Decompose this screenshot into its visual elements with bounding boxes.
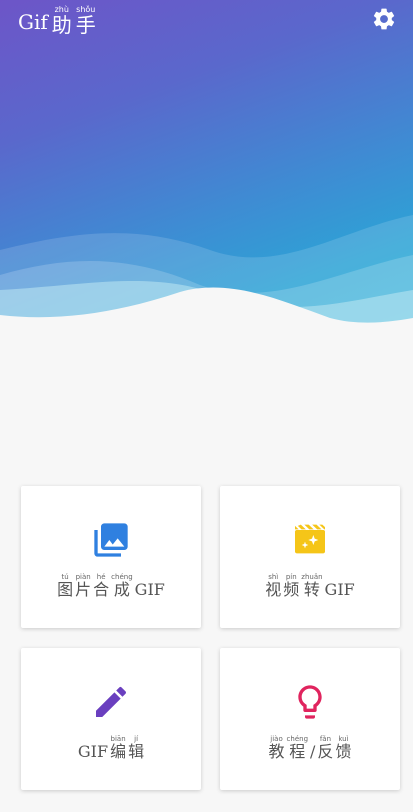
images-icon (94, 523, 128, 557)
card-label: GIF biān 编 jí 辑 (77, 735, 145, 761)
app-title: Gif zhù 助 shǒu 手 (18, 5, 96, 37)
header-banner: Gif zhù 助 shǒu 手 (0, 0, 413, 330)
card-images-to-gif[interactable]: tú 图 piàn 片 hé 合 chéng 成 GIF (21, 486, 201, 628)
card-label: shì 视 pín 频 zhuǎn 转 GIF (265, 573, 355, 599)
app-title-char: shǒu 手 (75, 5, 96, 37)
card-gif-edit[interactable]: GIF biān 编 jí 辑 (21, 648, 201, 790)
app-title-latin: Gif (18, 10, 48, 34)
gear-icon[interactable] (371, 6, 397, 32)
app-title-char: zhù 助 (51, 5, 72, 37)
card-label: jiào 教 chéng 程 / fǎn 反 kuì 馈 (268, 735, 352, 761)
movie-sparkle-icon (295, 524, 325, 554)
card-tutorial-feedback[interactable]: jiào 教 chéng 程 / fǎn 反 kuì 馈 (220, 648, 400, 790)
pencil-icon (96, 686, 127, 717)
wave-decoration (0, 215, 413, 330)
lightbulb-icon (298, 685, 322, 719)
card-label: tú 图 piàn 片 hé 合 chéng 成 GIF (57, 573, 165, 599)
card-video-to-gif[interactable]: shì 视 pín 频 zhuǎn 转 GIF (220, 486, 400, 628)
